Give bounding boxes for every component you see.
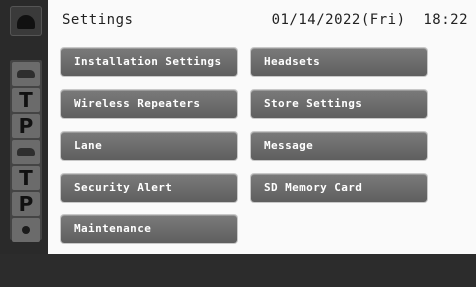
home-button[interactable] — [10, 6, 42, 36]
maintenance-button[interactable]: Maintenance — [61, 215, 237, 243]
screen: T P T P Settings 01/14/2022(Fri) 18:22 I… — [0, 0, 476, 287]
lane-button[interactable]: Lane — [61, 132, 237, 160]
dot-icon — [12, 218, 40, 242]
lane-2-p-icon: P — [12, 192, 40, 216]
headsets-button[interactable]: Headsets — [251, 48, 427, 76]
settings-panel: Settings 01/14/2022(Fri) 18:22 Installat… — [48, 0, 476, 254]
lane-status-strip: T P T P — [10, 60, 42, 242]
lane-2-t-icon: T — [12, 166, 40, 190]
page-title: Settings — [62, 12, 134, 28]
wireless-repeaters-button[interactable]: Wireless Repeaters — [61, 90, 237, 118]
lane-1-t-icon: T — [12, 88, 40, 112]
left-rail: T P T P — [0, 0, 48, 287]
sd-memory-card-button[interactable]: SD Memory Card — [251, 174, 427, 202]
lane-2-car-icon — [12, 140, 40, 164]
home-icon — [17, 15, 35, 29]
lane-1-p-icon: P — [12, 114, 40, 138]
store-settings-button[interactable]: Store Settings — [251, 90, 427, 118]
message-button[interactable]: Message — [251, 132, 427, 160]
bottom-bar — [0, 254, 476, 287]
date-time: 01/14/2022(Fri) 18:22 — [271, 12, 468, 28]
lane-1-car-icon — [12, 62, 40, 86]
installation-settings-button[interactable]: Installation Settings — [61, 48, 237, 76]
security-alert-button[interactable]: Security Alert — [61, 174, 237, 202]
